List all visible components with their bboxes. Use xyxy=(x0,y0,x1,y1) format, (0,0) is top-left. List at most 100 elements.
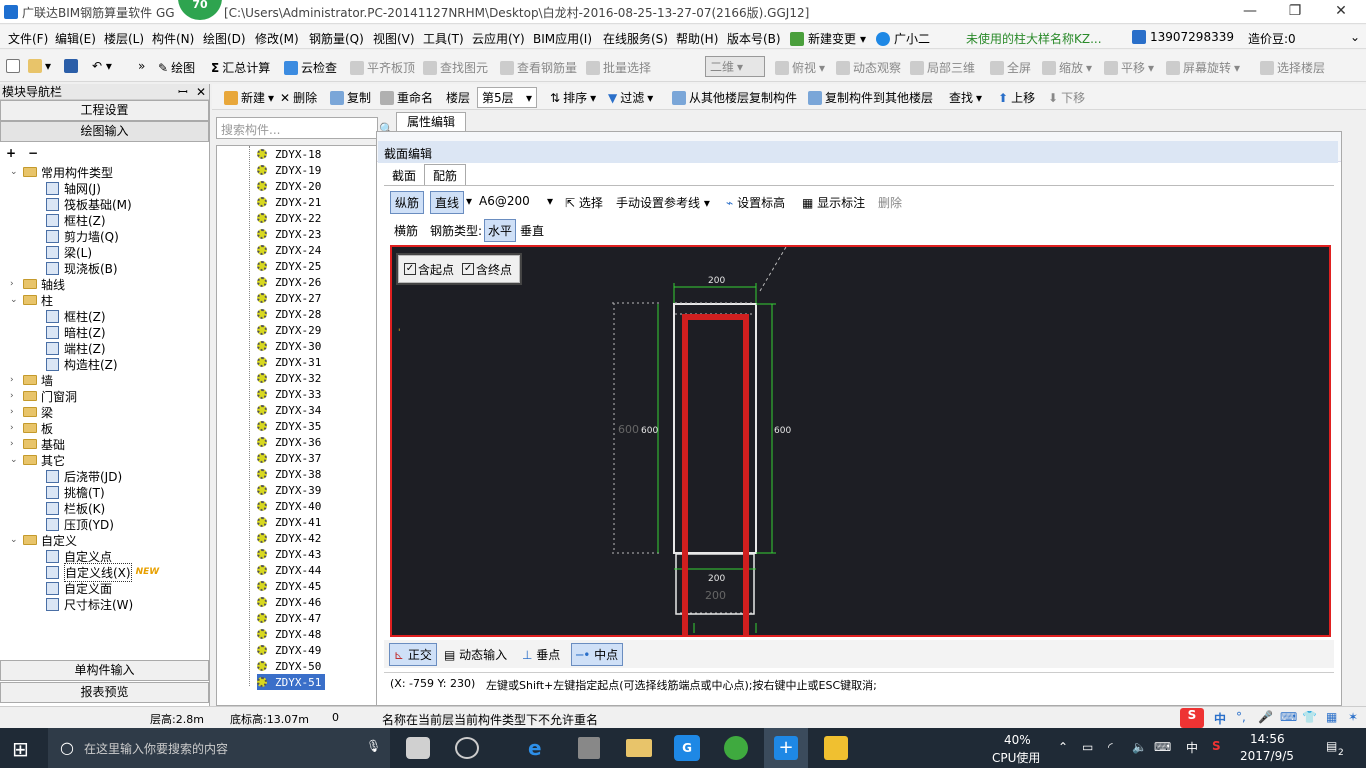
tree-item[interactable]: 剪力墙(Q) xyxy=(46,228,119,244)
component-list-item[interactable]: ZDYX-29 xyxy=(257,322,321,338)
tree-item[interactable]: 自定义线(X) NEW xyxy=(46,562,159,582)
tree-folder[interactable]: › 门窗洞 xyxy=(10,388,77,404)
tree-item[interactable]: 暗柱(Z) xyxy=(46,324,106,340)
tree-item[interactable]: 梁(L) xyxy=(46,244,92,260)
tree-folder[interactable]: › 基础 xyxy=(10,436,65,452)
tree-folder[interactable]: ⌄ 其它 xyxy=(10,452,65,468)
rebar-spec-combo[interactable]: A6@200 ▾ xyxy=(479,194,553,208)
clock-time[interactable]: 14:56 xyxy=(1250,732,1285,746)
component-list-item[interactable]: ZDYX-22 xyxy=(257,210,321,226)
tree-item[interactable]: 尺寸标注(W) xyxy=(46,596,133,612)
menu-file[interactable]: 文件(F) xyxy=(8,30,48,47)
tree-item[interactable]: 端柱(Z) xyxy=(46,340,106,356)
clock-date[interactable]: 2017/9/5 xyxy=(1240,749,1294,763)
ortho-toggle[interactable]: ⊾ 正交 xyxy=(389,643,437,666)
component-list-item[interactable]: ZDYX-40 xyxy=(257,498,321,514)
menu-tools[interactable]: 工具(T) xyxy=(423,30,464,47)
battery-icon[interactable]: ▭ xyxy=(1082,740,1093,754)
report-preview-button[interactable]: 报表预览 xyxy=(0,682,209,703)
sogou-tray-icon[interactable]: S xyxy=(1212,739,1221,753)
chevron-right-icon[interactable]: › xyxy=(10,423,20,433)
tree-item[interactable]: 后浇带(JD) xyxy=(46,468,122,484)
component-list-item[interactable]: ZDYX-32 xyxy=(257,370,321,386)
copy-button[interactable]: 复制 xyxy=(330,89,371,106)
copy-from-floor-button[interactable]: 从其他楼层复制构件 xyxy=(672,89,797,106)
menu-modify[interactable]: 修改(M) xyxy=(255,30,299,47)
horizontal-bar-button[interactable]: 横筋 xyxy=(394,222,418,239)
tab-property-edit[interactable]: 属性编辑 xyxy=(396,112,466,132)
expand-all-icon[interactable]: + xyxy=(6,146,16,160)
manual-ref-line-button[interactable]: 手动设置参考线 ▾ xyxy=(616,194,710,211)
mic-icon[interactable]: 🎤 xyxy=(1258,710,1273,724)
menu-component[interactable]: 构件(N) xyxy=(152,30,194,47)
minimize-icon[interactable]: — xyxy=(1235,2,1265,22)
notes-app-icon[interactable] xyxy=(824,736,848,760)
keyboard-icon[interactable]: ⌨ xyxy=(1280,710,1297,724)
component-list-item[interactable]: ZDYX-26 xyxy=(257,274,321,290)
tree-item[interactable]: 框柱(Z) xyxy=(46,212,106,228)
component-list-item[interactable]: ZDYX-37 xyxy=(257,450,321,466)
menu-cloud[interactable]: 云应用(Y) xyxy=(472,30,525,47)
tree-item[interactable]: 框柱(Z) xyxy=(46,308,106,324)
chevron-right-icon[interactable]: › xyxy=(10,279,20,289)
move-down-button[interactable]: ⬇ 下移 xyxy=(1048,89,1085,106)
settings-icon[interactable]: ✶ xyxy=(1348,710,1358,724)
component-list-item[interactable]: ZDYX-33 xyxy=(257,386,321,402)
edge-icon[interactable]: e xyxy=(528,736,554,760)
toolbox-icon[interactable]: ▦ xyxy=(1326,710,1337,724)
chevron-down-icon[interactable]: ⌄ xyxy=(10,295,20,305)
undo-icon[interactable]: ↶ ▾ xyxy=(92,59,112,73)
chevron-right-icon[interactable]: › xyxy=(10,391,20,401)
chevron-down-icon[interactable]: ⌄ xyxy=(10,167,20,177)
rotate-screen-button[interactable]: 屏幕旋转 ▾ xyxy=(1166,59,1240,76)
menu-view[interactable]: 视图(V) xyxy=(373,30,415,47)
component-list-item[interactable]: ZDYX-39 xyxy=(257,482,321,498)
set-elevation-button[interactable]: ⌁ 设置标高 xyxy=(726,194,785,211)
sort-button[interactable]: ⇅ 排序 ▾ xyxy=(550,89,596,106)
tree-item[interactable]: 现浇板(B) xyxy=(46,260,118,276)
active-app-slot[interactable]: + xyxy=(764,728,808,768)
component-list-item[interactable]: ZDYX-50 xyxy=(257,658,321,674)
perpendicular-snap-toggle[interactable]: ⊥ 垂点 xyxy=(522,646,560,663)
horizontal-toggle[interactable]: 水平 xyxy=(484,219,517,242)
dynamic-input-toggle[interactable]: ▤ 动态输入 xyxy=(444,646,507,663)
vertical-toggle[interactable]: 垂直 xyxy=(520,222,544,239)
save-icon[interactable] xyxy=(64,59,78,73)
component-list-item[interactable]: ZDYX-20 xyxy=(257,178,321,194)
app-fan-icon[interactable] xyxy=(406,737,430,759)
unused-notice[interactable]: 未使用的柱大样名称KZ... xyxy=(966,30,1102,47)
filter-button[interactable]: ▼ 过滤 ▾ xyxy=(608,89,653,106)
component-list-item[interactable]: ZDYX-38 xyxy=(257,466,321,482)
menu-assistant[interactable]: 广小二 xyxy=(876,30,930,47)
start-icon[interactable]: ⊞ xyxy=(12,737,29,761)
component-list-item[interactable]: ZDYX-34 xyxy=(257,402,321,418)
rename-button[interactable]: 重命名 xyxy=(380,89,433,106)
component-list-item[interactable]: ZDYX-35 xyxy=(257,418,321,434)
drawing-canvas[interactable]: 600 200 600 600 200 200 ' ✓ 含起点 ✓ 含终点 xyxy=(390,245,1331,637)
single-component-input-button[interactable]: 单构件输入 xyxy=(0,660,209,681)
green-app-icon[interactable] xyxy=(724,736,748,760)
tree-folder[interactable]: › 板 xyxy=(10,420,53,436)
tree-item[interactable]: 挑檐(T) xyxy=(46,484,105,500)
move-up-button[interactable]: ⬆ 上移 xyxy=(998,89,1035,106)
cloud-check-button[interactable]: 云检查 xyxy=(284,59,337,76)
menu-collapse-icon[interactable]: ⌄ xyxy=(1350,30,1360,44)
taskbar-ime[interactable]: 中 xyxy=(1186,739,1198,756)
pin-icon[interactable]: ꟷ xyxy=(178,84,188,100)
glodon-app-icon[interactable]: G xyxy=(674,735,700,761)
component-list-item[interactable]: ZDYX-27 xyxy=(257,290,321,306)
menu-online[interactable]: 在线服务(S) xyxy=(603,30,668,47)
component-list-item[interactable]: ZDYX-24 xyxy=(257,242,321,258)
component-list-item[interactable]: ZDYX-30 xyxy=(257,338,321,354)
line-mode-dropdown-icon[interactable]: ▾ xyxy=(466,194,472,208)
batch-select-button[interactable]: 批量选择 xyxy=(586,59,651,76)
tree-item[interactable]: 轴网(J) xyxy=(46,180,101,196)
delete-rebar-button[interactable]: 删除 xyxy=(878,194,902,211)
tree-folder[interactable]: › 墙 xyxy=(10,372,53,388)
midpoint-snap-toggle[interactable]: ─• 中点 xyxy=(571,643,624,666)
draw-button[interactable]: ✎ 绘图 xyxy=(158,59,195,76)
vertical-bar-button[interactable]: 纵筋 xyxy=(390,191,425,214)
component-list-item[interactable]: ZDYX-46 xyxy=(257,594,321,610)
chevron-right-icon[interactable]: › xyxy=(10,439,20,449)
tree-folder[interactable]: › 梁 xyxy=(10,404,53,420)
